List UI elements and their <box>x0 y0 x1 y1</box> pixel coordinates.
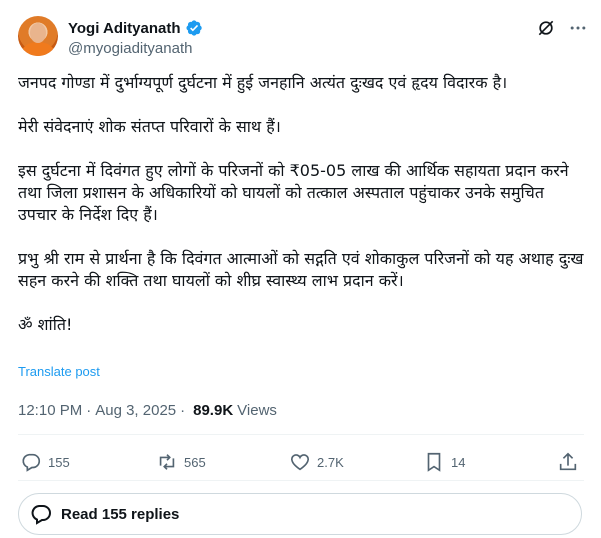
divider <box>18 434 584 435</box>
like-count: 2.7K <box>317 454 344 470</box>
action-bar: 155 565 2.7K 14 <box>18 450 584 474</box>
read-replies-button[interactable]: Read 155 replies <box>18 493 582 535</box>
bookmark-icon <box>427 452 441 472</box>
reply-button[interactable]: 155 <box>20 450 70 474</box>
views-count[interactable]: 89.9K <box>193 402 233 419</box>
author-name-row: Yogi Adityanath <box>68 18 203 38</box>
more-icon[interactable] <box>568 18 588 38</box>
bookmark-count: 14 <box>451 454 466 470</box>
tweet-time[interactable]: 12:10 PM <box>18 402 82 419</box>
heart-icon <box>290 454 310 471</box>
meta-separator: · <box>180 401 186 419</box>
share-button[interactable] <box>557 450 579 474</box>
meta-separator: · <box>86 401 92 419</box>
tweet-date[interactable]: Aug 3, 2025 <box>95 402 176 419</box>
like-button[interactable]: 2.7K <box>289 450 344 474</box>
reply-icon <box>22 453 41 472</box>
repost-icon <box>159 454 175 470</box>
grok-icon[interactable] <box>536 18 556 38</box>
tweet-meta: 12:10 PM · Aug 3, 2025 · 89.9K Views <box>18 400 277 420</box>
read-replies-label: Read 155 replies <box>61 505 180 523</box>
views-label: Views <box>237 401 277 419</box>
repost-button[interactable]: 565 <box>156 450 206 474</box>
tweet-paragraph: ॐ शांति! <box>18 315 73 334</box>
verified-badge-icon <box>185 20 202 36</box>
reply-bubble-icon <box>31 505 51 525</box>
tweet-paragraph: प्रभु श्री राम से प्रार्थना है कि दिवंगत… <box>18 249 584 290</box>
divider <box>18 480 584 481</box>
avatar[interactable] <box>18 16 58 56</box>
author-handle[interactable]: @myogiadityanath <box>68 40 192 57</box>
tweet-paragraph: मेरी संवेदनाएं शोक संतप्त परिवारों के सा… <box>18 117 281 136</box>
author-display-name[interactable]: Yogi Adityanath <box>68 20 181 37</box>
bookmark-button[interactable]: 14 <box>423 450 465 474</box>
tweet-paragraph: इस दुर्घटना में दिवंगत हुए लोगों के परिज… <box>18 161 569 224</box>
share-icon <box>559 452 577 471</box>
tweet-text: जनपद गोण्डा में दुर्भाग्यपूर्ण दुर्घटना … <box>18 72 584 358</box>
tweet-card: Yogi Adityanath @myogiadityanath जनपद गो… <box>0 0 601 538</box>
tweet-header: Yogi Adityanath @myogiadityanath <box>18 16 588 62</box>
tweet-paragraph: जनपद गोण्डा में दुर्भाग्यपूर्ण दुर्घटना … <box>18 73 508 92</box>
reply-count: 155 <box>48 454 70 470</box>
repost-count: 565 <box>184 454 206 470</box>
translate-post-link[interactable]: Translate post <box>18 364 100 379</box>
